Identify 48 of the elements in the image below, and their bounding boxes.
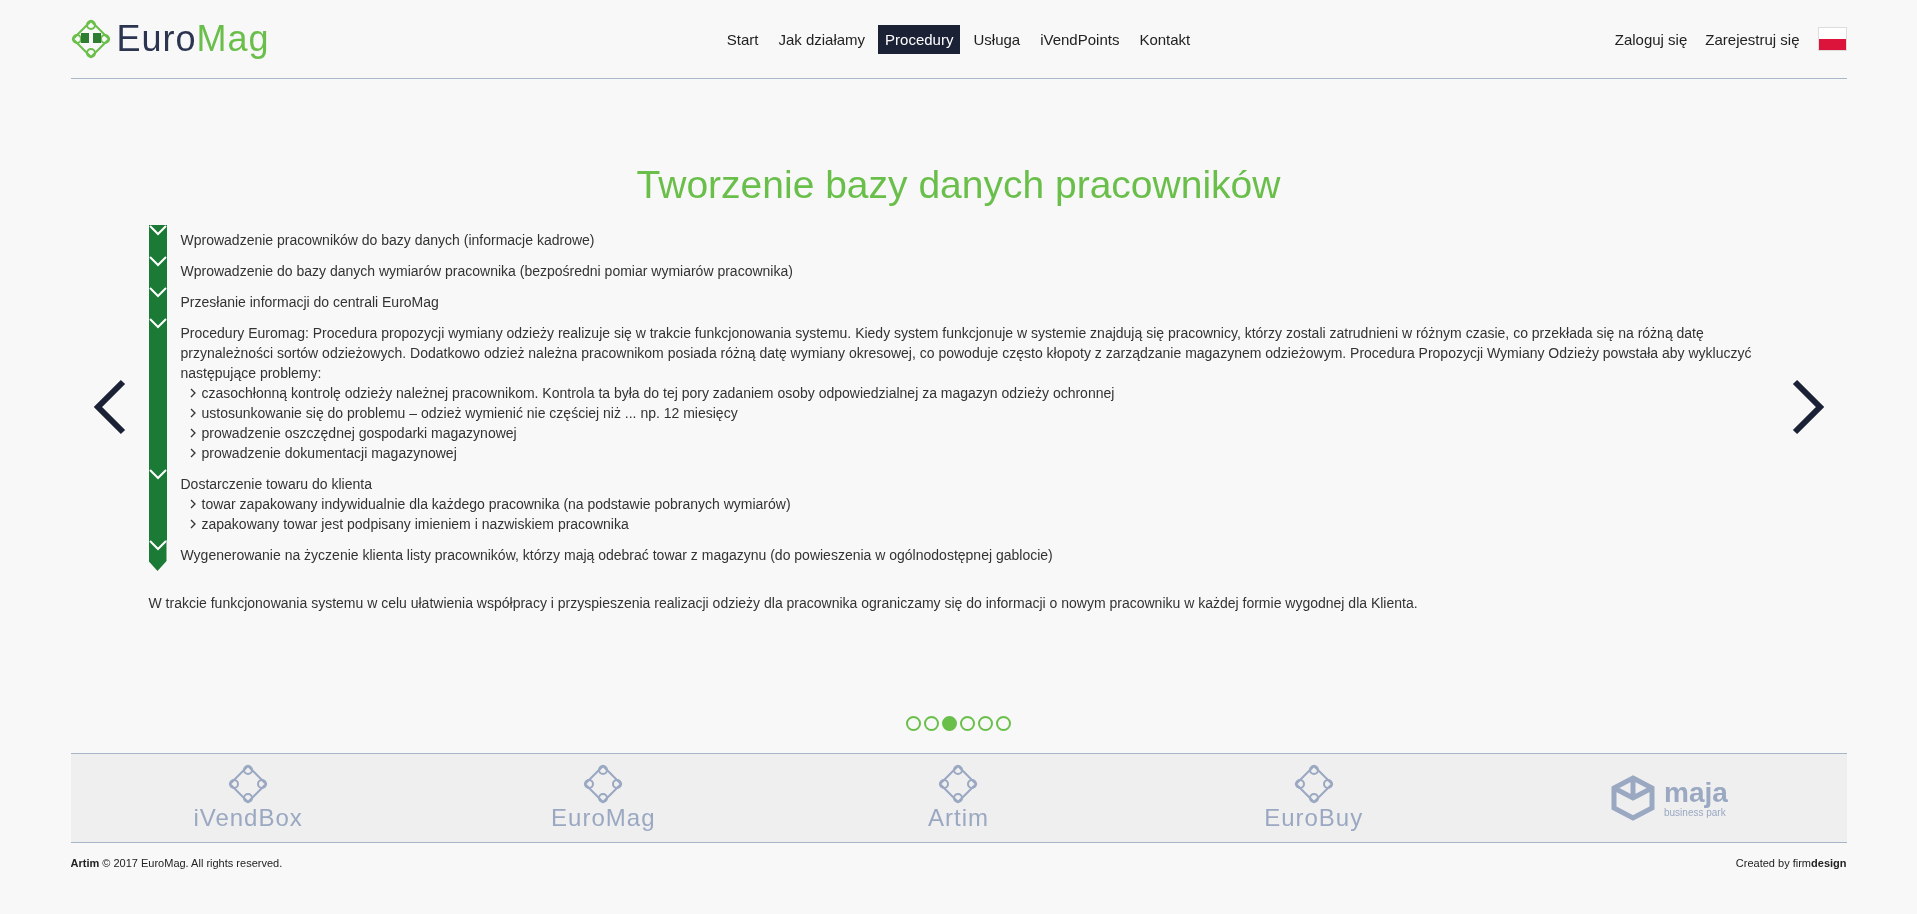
credit-text: Created by firmdesign: [1735, 857, 1847, 869]
puzzle-icon: [228, 764, 269, 804]
nav-link[interactable]: Kontakt: [1132, 24, 1198, 54]
slide-title: Tworzenie bazy danych pracowników: [635, 163, 1282, 207]
puzzle-icon: [938, 764, 979, 804]
partner-name: Artim: [928, 804, 989, 832]
step-text: Dostarczenie towaru do klienta: [180, 475, 373, 494]
chevron-icon: [148, 540, 167, 552]
partner-name: EuroBuy: [1264, 804, 1364, 832]
chevron-icon: [148, 287, 167, 299]
partner-name: iVendBox: [193, 804, 303, 832]
partner-name: EuroMag: [551, 804, 656, 832]
puzzle-icon: [1293, 764, 1334, 804]
nav-link[interactable]: iVendPoints: [1033, 24, 1127, 54]
chevron-icon: [148, 318, 167, 330]
carousel-dot[interactable]: [996, 716, 1011, 731]
carousel-dot[interactable]: [942, 716, 957, 731]
carousel-dot[interactable]: [960, 716, 975, 731]
account-link[interactable]: Zaloguj się: [1614, 30, 1688, 48]
copyright-text: Artim © 2017 EuroMag. All rights reserved.: [70, 857, 283, 869]
flag-icon[interactable]: [1817, 27, 1847, 51]
carousel-dot[interactable]: [906, 716, 921, 731]
logo[interactable]: EuroMag: [70, 18, 631, 60]
partner-name: maja: [1664, 778, 1728, 807]
puzzle-icon: [583, 764, 624, 804]
step-text: Wprowadzenie do bazy danych wymiarów pracownika (bezpośredni pomiar wymiarów pracownika): [180, 262, 793, 281]
nav-link[interactable]: Usługa: [966, 24, 1028, 54]
chevron-icon: [148, 256, 167, 268]
cube-icon: [1610, 775, 1656, 821]
list-item-text: prowadzenie oszczędnej gospodarki magazynowej: [201, 424, 517, 443]
chevron-icon: [148, 225, 167, 237]
step-text: Wprowadzenie pracowników do bazy danych (informacje kadrowe): [180, 231, 595, 250]
slide-paragraph: W trakcie funkcjonowania systemu w celu ułatwienia współpracy i przyspieszenia realizacji odzieży dla pracownika ograniczamy się do informacji o nowym pracowniku w każdej formie wygodnej dla Klienta.: [148, 595, 1419, 611]
list-item-text: ustosunkowanie się do problemu – odzież wymienić nie częściej niż ... np. 12 miesięcy: [201, 404, 738, 423]
chevron-icon: [148, 469, 167, 481]
account-link[interactable]: Zarejestruj się: [1705, 30, 1800, 48]
list-item-text: zapakowany towar jest podpisany imieniem i nazwiskiem pracownika: [201, 515, 629, 534]
list-item-text: prowadzenie dokumentacji magazynowej: [201, 444, 457, 463]
step-text: Wygenerowanie na życzenie klienta listy pracowników, którzy mają odebrać towar z magazynu (do powieszenia w ogólnodostępnej gablocie): [180, 546, 1053, 565]
carousel-dot[interactable]: [978, 716, 993, 731]
list-item-text: towar zapakowany indywidualnie dla każdego pracownika (na podstawie pobranych wymiarów): [201, 495, 791, 514]
step-text: Przesłanie informacji do centrali EuroMag: [180, 293, 439, 312]
step-text: Procedury Euromag: Procedura propozycji wymiany odzieży realizuje się w trakcie funkcjonowania systemu. Kiedy system funkcjonuje w systemie znajdują się pracownicy, którzy zostali zatrudnieni w różnym czasie, co przekłada się na różną datę przynależności sortów odzieżowych. Dodatkowo odzież należna pracownikom posiada różną datę wymiany okresowej, co powoduje często kłopoty z zarządzanie magazynem odzieżowym. Procedura Propozycji Wymiany Odzieży powstała aby wykluczyć następujące problemy:: [180, 324, 1753, 383]
nav-link[interactable]: Jak działamy: [771, 24, 873, 54]
carousel-dot[interactable]: [924, 716, 939, 731]
nav-link[interactable]: Start: [719, 24, 766, 54]
list-item-text: czasochłonną kontrolę odzieży należnej pracownikom. Kontrola ta była do tej pory zadaniem osoby odpowiedzialnej za magazyn odzieży ochronnej: [201, 384, 1115, 403]
nav-link[interactable]: Procedury: [878, 24, 961, 54]
